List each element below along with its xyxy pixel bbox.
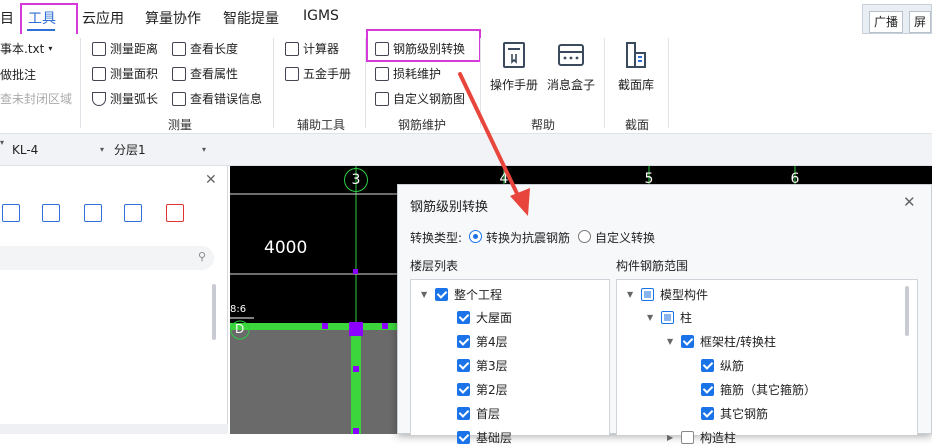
annotation-arrow (458, 72, 530, 216)
